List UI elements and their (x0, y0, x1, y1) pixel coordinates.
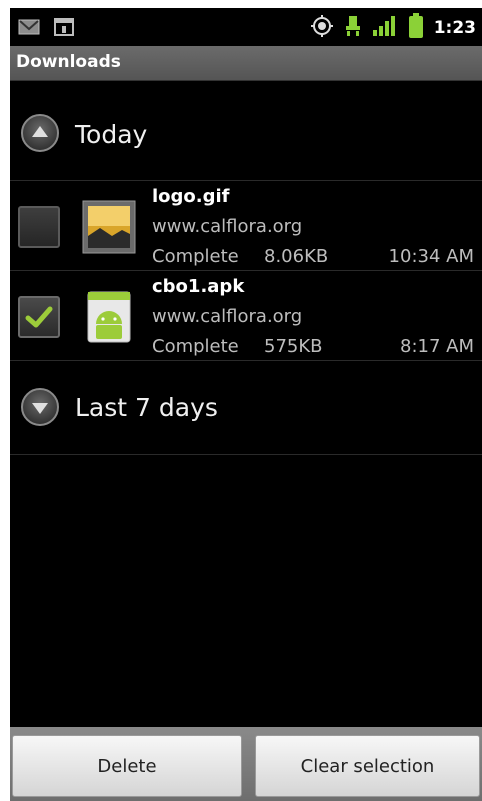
file-source: www.calflora.org (152, 216, 303, 237)
image-file-icon (82, 200, 136, 254)
download-item-cbo1-apk[interactable]: cbo1.apk www.calflora.org Complete 575KB… (10, 272, 482, 360)
file-name: logo.gif (152, 186, 230, 207)
page-title: Downloads (16, 52, 121, 72)
divider (10, 180, 482, 181)
divider (10, 360, 482, 361)
gps-icon (310, 14, 334, 42)
checkmark-icon (25, 306, 53, 328)
downloads-screen: 1:23 Downloads Today logo.gif www.calflo… (10, 8, 482, 801)
group-label-today: Today (75, 120, 148, 149)
group-header-last-7-days[interactable]: Last 7 days (10, 362, 482, 454)
group-label-last-7-days: Last 7 days (75, 393, 218, 422)
file-size: 575KB (264, 336, 323, 357)
clear-selection-button[interactable]: Clear selection (255, 735, 480, 797)
battery-icon (408, 13, 424, 43)
file-time: 10:34 AM (388, 246, 474, 267)
usb-debug-icon (344, 14, 362, 42)
android-apk-icon (82, 290, 136, 344)
notification-icons (18, 18, 74, 40)
divider (10, 454, 482, 455)
action-bar: Delete Clear selection (10, 727, 482, 801)
signal-icon (372, 14, 398, 42)
group-header-today[interactable]: Today (10, 90, 482, 182)
file-source: www.calflora.org (152, 306, 303, 327)
download-item-logo-gif[interactable]: logo.gif www.calflora.org Complete 8.06K… (10, 182, 482, 270)
file-size: 8.06KB (264, 246, 329, 267)
file-status: Complete (152, 336, 239, 357)
collapse-arrow-icon[interactable] (20, 113, 60, 153)
system-status-icons: 1:23 (310, 13, 476, 43)
file-time: 8:17 AM (400, 336, 474, 357)
file-name: cbo1.apk (152, 276, 245, 297)
calendar-icon (54, 18, 74, 40)
gmail-icon (18, 19, 40, 39)
status-bar: 1:23 (10, 8, 482, 46)
expand-arrow-icon[interactable] (20, 387, 60, 427)
file-status: Complete (152, 246, 239, 267)
select-checkbox[interactable] (18, 206, 60, 248)
clock: 1:23 (433, 18, 476, 38)
select-checkbox[interactable] (18, 296, 60, 338)
delete-button[interactable]: Delete (12, 735, 242, 797)
title-bar: Downloads (10, 46, 482, 81)
divider (10, 270, 482, 271)
